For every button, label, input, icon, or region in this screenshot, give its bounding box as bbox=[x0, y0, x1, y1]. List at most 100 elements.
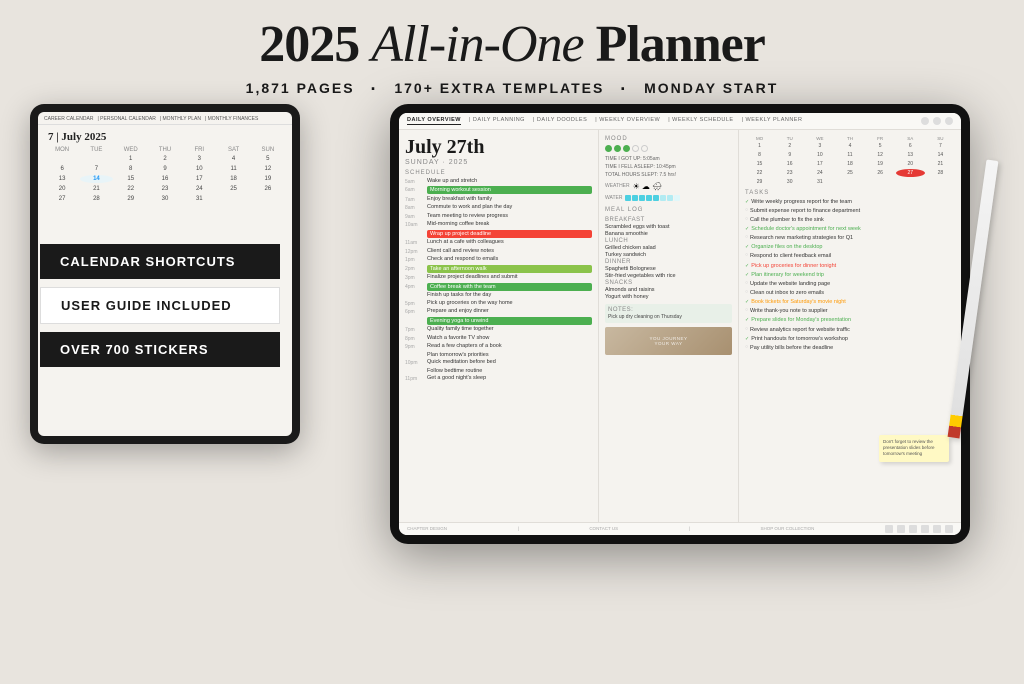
notes-box: NOTES: Pick up dry cleaning on Thursday bbox=[605, 304, 732, 323]
title-suffix: Planner bbox=[596, 16, 765, 73]
mc-num: 30 bbox=[775, 178, 804, 186]
task-checkmark-empty: ○ bbox=[745, 308, 748, 313]
cal-cell: 20 bbox=[46, 185, 78, 193]
cal-cell bbox=[80, 155, 112, 163]
task-text-green: Organize files on the desktop bbox=[751, 244, 822, 251]
nav-weekly-overview[interactable]: | WEEKLY OVERVIEW bbox=[595, 117, 660, 125]
task-checkmark: ✓ bbox=[745, 272, 749, 278]
task-text: Submit expense report to finance departm… bbox=[750, 208, 860, 215]
schedule-item: 12pm Client call and review notes bbox=[405, 248, 592, 255]
water-unit-6 bbox=[660, 195, 666, 201]
task-checkmark-empty: ○ bbox=[745, 217, 748, 222]
mc-num: 28 bbox=[926, 169, 955, 177]
schedule-item: 4pm Coffee break with the team bbox=[405, 283, 592, 291]
task-item-2: ○ Submit expense report to finance depar… bbox=[745, 208, 955, 215]
cal-cell bbox=[252, 195, 284, 203]
main-title: 2025 All-in-One Planner bbox=[246, 18, 779, 73]
schedule-item: 10am Mid-morning coffee break bbox=[405, 221, 592, 228]
task-text: Clean out inbox to zero emails bbox=[750, 290, 824, 297]
nav-daily-doodles[interactable]: | DAILY DOODLES bbox=[533, 117, 587, 125]
pages-count: 1,871 PAGES bbox=[246, 80, 355, 96]
task-text: Call the plumber to fix the sink bbox=[750, 217, 824, 224]
stickers-badge: OVER 700 STICKERS bbox=[40, 332, 280, 367]
task-text: Write thank-you note to supplier bbox=[750, 308, 828, 315]
cal-cell: 23 bbox=[149, 185, 181, 193]
tab-monthly-plan[interactable]: | MONTHLY PLAN bbox=[160, 116, 201, 122]
task-text: Update the website landing page bbox=[750, 281, 830, 288]
cal-cell bbox=[217, 195, 249, 203]
bottom-separator-2: | bbox=[689, 526, 690, 531]
sch-text: Pick up groceries on the way home bbox=[427, 300, 592, 307]
schedule-item: 7pm Quality family time together bbox=[405, 326, 592, 333]
sch-time: 3pm bbox=[405, 274, 423, 281]
cal-cell: 26 bbox=[252, 185, 284, 193]
breakfast-item-1: Scrambled eggs with toast bbox=[605, 224, 732, 230]
schedule-item: 11am Lunch at a cafe with colleagues bbox=[405, 239, 592, 246]
cal-cell: 11 bbox=[217, 165, 249, 173]
sch-time: 7pm bbox=[405, 326, 423, 333]
nav-daily-overview[interactable]: DAILY OVERVIEW bbox=[407, 117, 461, 125]
sch-time: 6am bbox=[405, 186, 423, 194]
planner-content: July 27th SUNDAY · 2025 SCHEDULE 5am Wak… bbox=[399, 130, 961, 522]
nav-weekly-planner[interactable]: | WEEKLY PLANNER bbox=[742, 117, 803, 125]
cal-cell: 28 bbox=[80, 195, 112, 203]
cal-cell: 3 bbox=[183, 155, 215, 163]
mood-dots bbox=[605, 145, 648, 152]
main-content: CAREER CALENDAR | PERSONAL CALENDAR | MO… bbox=[0, 104, 1024, 684]
tab-personal[interactable]: | PERSONAL CALENDAR bbox=[97, 116, 155, 122]
sch-text: Get a good night's sleep bbox=[427, 375, 592, 382]
cal-cell: 15 bbox=[115, 175, 147, 183]
task-text: Print handouts for tomorrow's workshop bbox=[751, 336, 848, 343]
schedule-item: Follow bedtime routine bbox=[405, 368, 592, 374]
mini-cal-header: MO TU WE TH FR SA SU bbox=[745, 136, 955, 141]
tab-finances[interactable]: | MONTHLY FINANCES bbox=[205, 116, 258, 122]
tasks-label: TASKS bbox=[745, 190, 955, 196]
meal-log: BREAKFAST Scrambled eggs with toast Bana… bbox=[605, 217, 732, 300]
mc-day-sa: SA bbox=[896, 136, 925, 141]
weather-cloud-icon: ☁ bbox=[642, 182, 650, 191]
calendar-days-header: MON TUE WED THU FRI SAT SUN bbox=[38, 147, 292, 153]
schedule-item: 5pm Pick up groceries on the way home bbox=[405, 300, 592, 307]
lunch-item-2: Turkey sandwich bbox=[605, 252, 732, 258]
mc-day-th: TH bbox=[835, 136, 864, 141]
sch-time bbox=[405, 230, 423, 238]
cal-cell: 8 bbox=[115, 165, 147, 173]
task-text-green: Prepare slides for Monday's presentation bbox=[751, 317, 851, 324]
nav-weekly-schedule[interactable]: | WEEKLY SCHEDULE bbox=[668, 117, 733, 125]
sch-text: Finish up tasks for the day bbox=[427, 292, 592, 298]
mc-num: 5 bbox=[866, 142, 895, 150]
cal-cell bbox=[46, 155, 78, 163]
bottom-separator-1: | bbox=[518, 526, 519, 531]
dot-separator-2: · bbox=[620, 79, 628, 99]
schedule-item: 1pm Check and respond to emails bbox=[405, 256, 592, 263]
day-sat: SAT bbox=[217, 147, 249, 153]
nav-controls bbox=[921, 117, 953, 125]
dinner-item-2: Stir-fried vegetables with rice bbox=[605, 273, 732, 279]
task-checkmark-empty: ○ bbox=[745, 327, 748, 332]
planner-nav: DAILY OVERVIEW | DAILY PLANNING | DAILY … bbox=[399, 113, 961, 130]
mc-num: 3 bbox=[805, 142, 834, 150]
mc-day-tu: TU bbox=[775, 136, 804, 141]
task-item-17: ○ Pay utility bills before the deadline bbox=[745, 345, 955, 352]
tab-career[interactable]: CAREER CALENDAR bbox=[44, 116, 93, 122]
mc-num: 13 bbox=[896, 151, 925, 159]
task-item-13: ○ Write thank-you note to supplier bbox=[745, 308, 955, 315]
task-text: Review analytics report for website traf… bbox=[750, 327, 850, 334]
mood-dot-3 bbox=[623, 145, 630, 152]
mc-num: 29 bbox=[745, 178, 774, 186]
sch-text: Team meeting to review progress bbox=[427, 213, 592, 220]
mc-day-su: SU bbox=[926, 136, 955, 141]
nav-daily-planning[interactable]: | DAILY PLANNING bbox=[469, 117, 525, 125]
schedule-item: 3pm Finalize project deadlines and submi… bbox=[405, 274, 592, 281]
day-fri: FRI bbox=[183, 147, 215, 153]
cal-cell: 29 bbox=[115, 195, 147, 203]
water-row: WATER bbox=[605, 195, 732, 201]
mc-num: 12 bbox=[866, 151, 895, 159]
cal-cell: 18 bbox=[217, 175, 249, 183]
sch-text-highlight: Coffee break with the team bbox=[427, 283, 592, 291]
mc-num: 24 bbox=[805, 169, 834, 177]
sch-time bbox=[405, 368, 423, 374]
mc-num: 1 bbox=[745, 142, 774, 150]
task-item-4: ✓ Schedule doctor's appointment for next… bbox=[745, 226, 955, 233]
sch-text: Plan tomorrow's priorities bbox=[427, 352, 592, 358]
